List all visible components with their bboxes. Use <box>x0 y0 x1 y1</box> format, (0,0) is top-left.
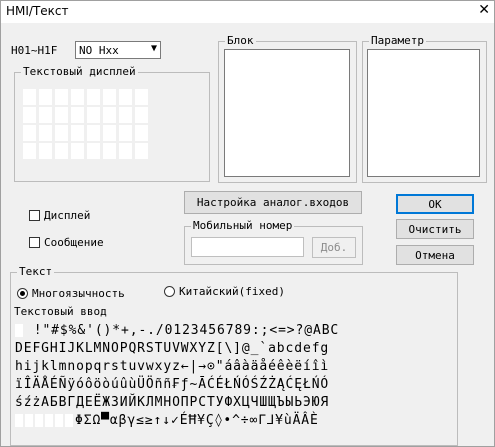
text-display-grid <box>23 89 148 159</box>
char-row-text[interactable]: ΦΣΩ▀αβγ≤≥↑↓✓ÉĦ¥Ç◊•^÷∞Γ⅃¥ùÄÂÈ <box>75 413 319 428</box>
char-row-text[interactable]: śźżАБВГДЕЁЖЗИЙКЛМНОПРСТУФХЦЧШЩЪЫЬЭЮЯ <box>15 395 329 410</box>
display-cell <box>23 143 36 159</box>
blank-cell <box>45 414 53 427</box>
char-row[interactable]: hijklmnopqrstuvwxyz←|→⊙"áâàäåéêèëíîì <box>15 358 329 376</box>
display-checkbox[interactable] <box>29 210 40 221</box>
display-cell <box>23 107 36 123</box>
blank-cell <box>25 414 33 427</box>
display-cell <box>39 125 52 141</box>
display-cell <box>71 143 84 159</box>
display-cell <box>55 143 68 159</box>
text-group-label: Текст <box>17 265 55 278</box>
display-cell <box>103 143 116 159</box>
mobile-number-label: Мобильный номер <box>191 219 295 232</box>
cancel-button-label: Отмена <box>415 248 455 262</box>
blank-cell <box>15 324 23 337</box>
display-cell <box>135 89 148 105</box>
display-cell <box>71 89 84 105</box>
display-cell <box>135 125 148 141</box>
message-checkbox[interactable] <box>29 237 40 248</box>
display-cell <box>103 89 116 105</box>
char-row-text[interactable]: hijklmnopqrstuvwxyz←|→⊙"áâàäåéêèëíîì <box>15 359 329 374</box>
blank-cell <box>55 414 63 427</box>
text-input-label: Текстовый ввод <box>14 305 107 318</box>
display-cell <box>103 107 116 123</box>
blank-cell <box>65 414 73 427</box>
display-cell <box>103 125 116 141</box>
analog-settings-label: Настройка аналог.входов <box>196 196 350 209</box>
analog-settings-button[interactable]: Настройка аналог.входов <box>184 191 362 214</box>
display-cell <box>71 125 84 141</box>
parameter-listbox[interactable] <box>367 49 480 177</box>
chinese-radio[interactable] <box>164 286 175 297</box>
display-cell <box>119 89 132 105</box>
ok-button-label: OK <box>428 197 442 211</box>
blank-cell <box>35 414 43 427</box>
multilang-radio[interactable] <box>17 288 28 299</box>
display-cell <box>55 107 68 123</box>
display-cell <box>87 125 100 141</box>
display-checkbox-label: Дисплей <box>44 209 91 222</box>
cancel-button[interactable]: Отмена <box>396 245 474 265</box>
char-row[interactable]: śźżАБВГДЕЁЖЗИЙКЛМНОПРСТУФХЦЧШЩЪЫЬЭЮЯ <box>15 394 329 412</box>
char-row[interactable]: ïÎÄÅÉÑÿóôöòúûùÜÖññ₣ƒ~ĀĆÉŁŃÓŚŹŻĄĆĘŁŃÓ <box>15 376 329 394</box>
display-cell <box>119 125 132 141</box>
display-cell <box>87 143 100 159</box>
mobile-number-input[interactable] <box>191 237 304 257</box>
add-button-label: Доб. <box>320 241 348 254</box>
display-cell <box>39 89 52 105</box>
chinese-radio-label: Китайский(fixed) <box>179 285 285 298</box>
display-cell <box>119 107 132 123</box>
parameter-label: Параметр <box>369 34 426 47</box>
title-bar: HMI/Текст ✕ <box>1 1 494 23</box>
message-checkbox-label: Сообщение <box>44 236 104 249</box>
display-cell <box>55 89 68 105</box>
clear-button[interactable]: Очистить <box>396 219 474 239</box>
block-listbox[interactable] <box>224 49 350 177</box>
display-cell <box>23 125 36 141</box>
blank-cell <box>15 414 23 427</box>
block-label: Блок <box>225 34 256 47</box>
char-row[interactable]: DEFGHIJKLMNOPQRSTUVWXYZ[\]@_`abcdefg <box>15 340 329 358</box>
parameter-combo[interactable]: NO Hxx ▼ <box>75 41 161 59</box>
display-cell <box>55 125 68 141</box>
display-cell <box>39 107 52 123</box>
close-icon[interactable]: ✕ <box>478 2 490 18</box>
clear-button-label: Очистить <box>408 222 462 236</box>
add-button[interactable]: Доб. <box>312 237 356 258</box>
display-cell <box>71 107 84 123</box>
display-cell <box>135 143 148 159</box>
ok-button[interactable]: OK <box>396 194 474 214</box>
hmi-text-dialog: HMI/Текст ✕ H01~H1F NO Hxx ▼ Текстовый д… <box>0 0 495 447</box>
range-label: H01~H1F <box>11 44 58 57</box>
window-title: HMI/Текст <box>6 4 69 18</box>
chevron-down-icon[interactable]: ▼ <box>151 43 157 54</box>
display-cell <box>119 143 132 159</box>
display-cell <box>87 89 100 105</box>
char-row-text[interactable]: ïÎÄÅÉÑÿóôöòúûùÜÖññ₣ƒ~ĀĆÉŁŃÓŚŹŻĄĆĘŁŃÓ <box>15 377 329 392</box>
multilang-radio-label: Многоязычность <box>32 287 125 300</box>
display-cell <box>87 107 100 123</box>
char-row[interactable]: !"#$%&'()*+,-./0123456789:;<=>?@ABC <box>15 322 339 340</box>
display-cell <box>23 89 36 105</box>
combo-value: NO Hxx <box>79 44 119 57</box>
char-row-text[interactable]: !"#$%&'()*+,-./0123456789:;<=>?@ABC <box>25 323 339 338</box>
text-display-label: Текстовый дисплей <box>21 65 138 78</box>
display-cell <box>39 143 52 159</box>
display-cell <box>135 107 148 123</box>
char-row[interactable]: ΦΣΩ▀αβγ≤≥↑↓✓ÉĦ¥Ç◊•^÷∞Γ⅃¥ùÄÂÈ <box>15 412 319 430</box>
char-row-text[interactable]: DEFGHIJKLMNOPQRSTUVWXYZ[\]@_`abcdefg <box>15 341 329 356</box>
